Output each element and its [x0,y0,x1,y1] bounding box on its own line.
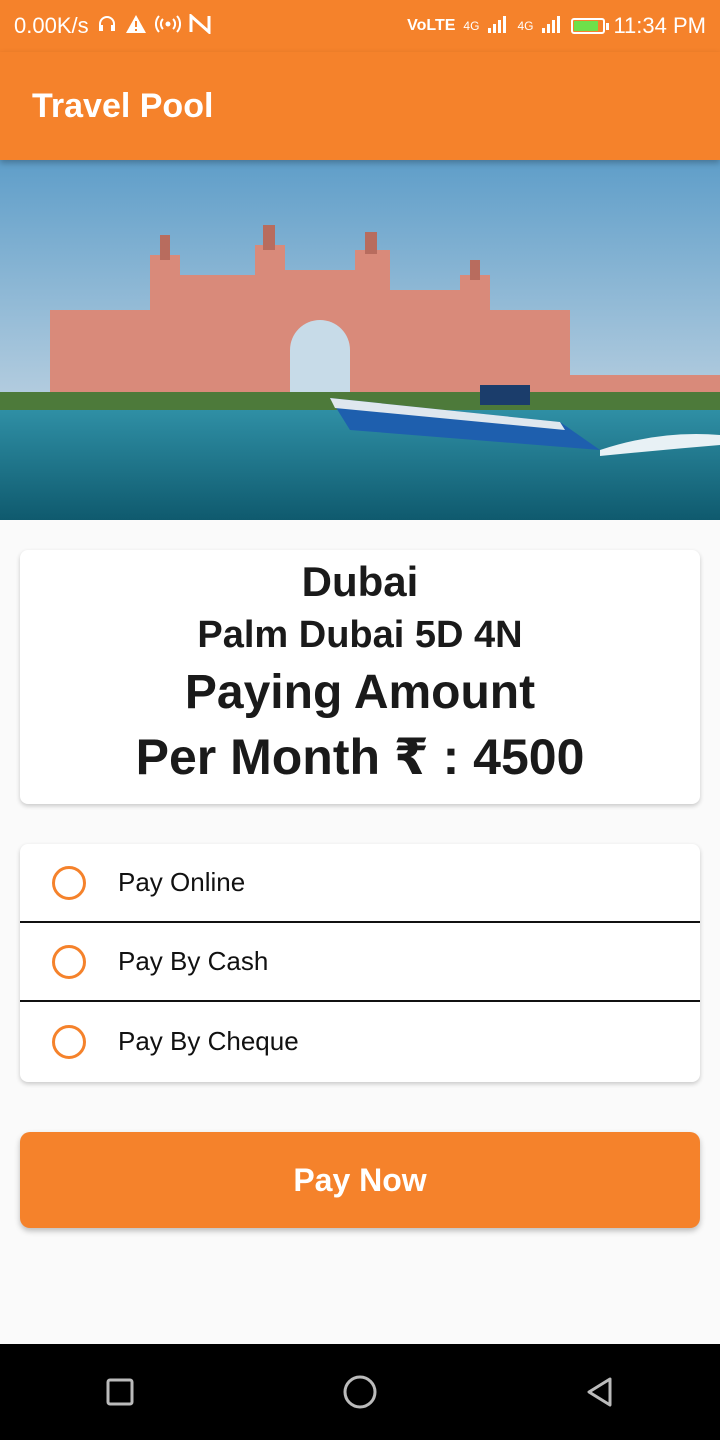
radio-button[interactable] [52,944,86,979]
monthly-amount: Per Month ₹ : 4500 [135,729,585,785]
battery-icon [571,18,610,34]
radio-button[interactable] [52,1024,86,1059]
app-title: Travel Pool [32,86,214,125]
option-label: Pay By Cheque [118,1026,299,1056]
back-icon [587,1377,612,1407]
hotspot-icon [154,14,181,38]
system-nav-bar [0,1344,720,1440]
headphones-icon [97,14,117,38]
signal-label-2: 4G [517,19,534,33]
back-button[interactable] [570,1362,630,1422]
pay-now-button[interactable]: Pay Now [20,1132,700,1228]
option-label: Pay By Cash [118,946,269,976]
signal-label-1: 4G [463,19,480,33]
trip-package: Palm Dubai 5D 4N [197,614,523,656]
network-speed: 0.00K/s [14,13,89,38]
home-button[interactable] [330,1362,390,1422]
signal-icon-2 [541,14,563,38]
option-pay-by-cash[interactable]: Pay By Cash [20,923,700,1002]
hero-image [0,160,720,520]
destination-photo [0,160,720,520]
recent-apps-button[interactable] [90,1362,150,1422]
volte-label: VoLTE [407,17,456,34]
status-bar: 0.00K/s VoLTE 4G 4G 11:34 PM [0,0,720,52]
option-pay-by-cheque[interactable]: Pay By Cheque [20,1002,700,1081]
signal-icon [487,14,509,38]
option-pay-online[interactable]: Pay Online [20,844,700,923]
paying-amount-label: Paying Amount [184,666,536,719]
radio-button[interactable] [52,865,86,900]
n-icon [189,12,211,38]
option-label: Pay Online [118,867,246,897]
status-bar-left: 0.00K/s [14,12,211,39]
trip-city: Dubai [301,558,419,605]
status-bar-right: VoLTE 4G 4G 11:34 PM [407,13,706,39]
recent-apps-icon [106,1378,134,1406]
battery-level [574,21,598,31]
warning-icon [125,14,147,38]
payment-options: Pay Online Pay By Cash Pay By Cheque [20,844,700,1082]
trip-info-card: Dubai Palm Dubai 5D 4N Paying Amount Per… [20,550,700,804]
app-bar: Travel Pool [0,52,720,160]
clock: 11:34 PM [613,13,706,38]
home-icon [343,1375,377,1409]
